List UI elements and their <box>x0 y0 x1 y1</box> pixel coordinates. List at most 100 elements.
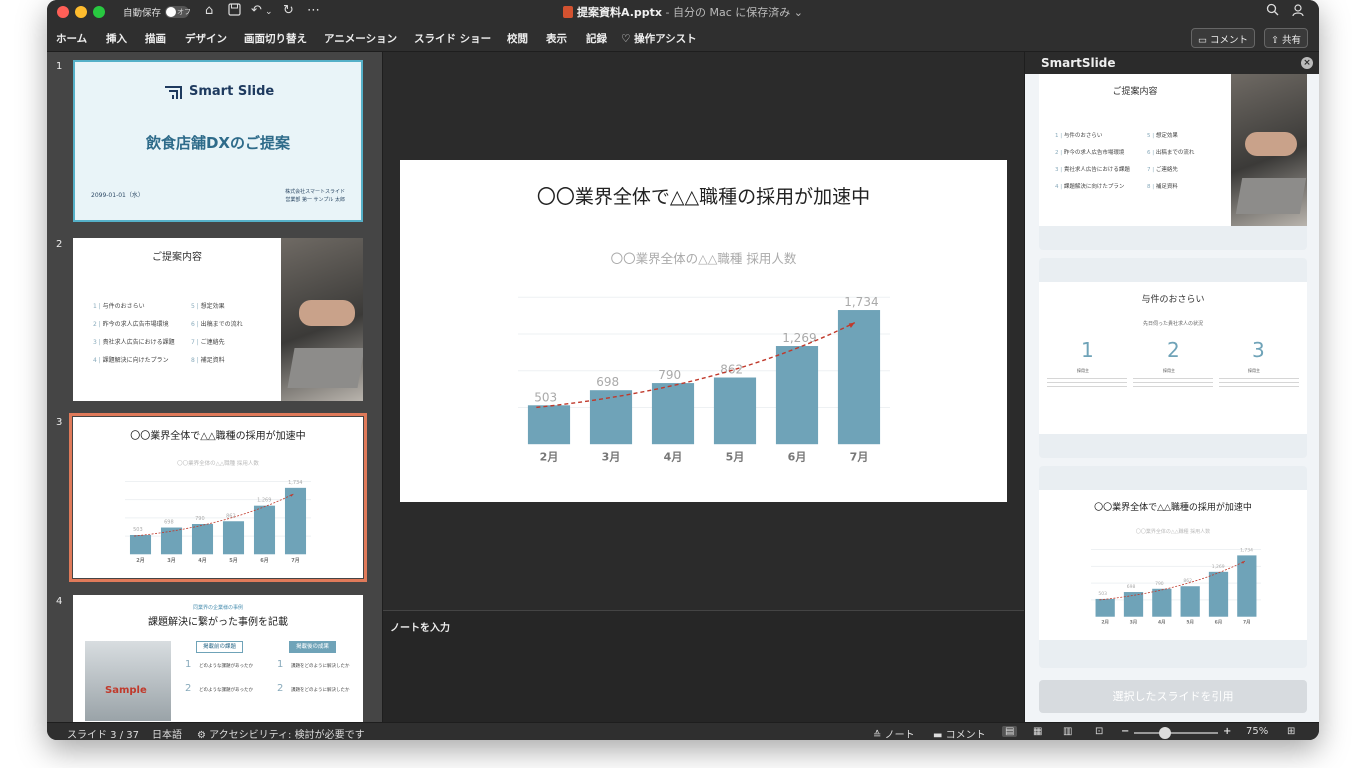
notes-pane[interactable]: ノートを入力 <box>383 610 1024 722</box>
share-button-label: 共有 <box>1282 35 1302 46</box>
comments-button[interactable]: ▭ コメント <box>1191 28 1256 48</box>
laptop-hand-photo <box>281 238 363 401</box>
tick-label: 6月 <box>260 557 268 564</box>
slideshow-icon[interactable]: ⊡ <box>1095 726 1103 737</box>
tick-label: 4月 <box>198 557 206 564</box>
card-slide-preview: 与件のおさらい 先日伺った貴社求人の状況 1 2 3 採用主 採用主 採用主 <box>1039 282 1307 434</box>
tick-label: 7月 <box>1243 618 1251 625</box>
slide-thumbnail-3[interactable]: 〇〇業界全体で△△職種の採用が加速中 〇〇業界全体の△△職種 採用人数 503 2… <box>69 413 367 582</box>
tab-view[interactable]: 表示 <box>546 31 567 46</box>
tab-review[interactable]: 校閲 <box>507 31 528 46</box>
card2-title: 与件のおさらい <box>1141 295 1205 305</box>
ribbon-tabs: ホーム 挿入 描画 デザイン 画面切り替え アニメーション スライド ショー 校… <box>47 24 1319 52</box>
close-icon[interactable]: × <box>1301 57 1313 69</box>
notes-toggle[interactable]: ≙ ノート <box>873 726 915 740</box>
list-item: 1 | 与件のおさらい <box>1055 133 1103 139</box>
smartslide-title: SmartSlide <box>1041 56 1116 70</box>
bar-6月 <box>1208 571 1229 617</box>
slide-thumbnails-panel[interactable]: 1 Smart Slide 飲食店舗DXのご提案 2099-01-01（水） 株… <box>47 52 383 722</box>
tab-home[interactable]: ホーム <box>56 31 87 46</box>
data-label: 698 <box>596 375 619 389</box>
list-item: 7 | ご連絡先 <box>1147 167 1178 173</box>
tab-animations[interactable]: アニメーション <box>324 31 397 46</box>
slide-thumbnail-4[interactable]: 同業界の企業様の事例 課題解決に繋がった事例を記載 Sample 掲載前の課題 … <box>73 595 363 722</box>
account-icon[interactable] <box>1292 3 1306 21</box>
hiring-bar-chart[interactable]: 5032月6983月7904月8625月1,2696月1,7347月 <box>518 272 890 482</box>
comments-toggle[interactable]: ▬ コメント <box>933 726 986 740</box>
tab-design[interactable]: デザイン <box>185 31 227 46</box>
slide-title[interactable]: 〇〇業界全体で△△職種の採用が加速中 <box>400 182 1007 209</box>
tick-label: 2月 <box>1101 618 1109 625</box>
thumb1-date: 2099-01-01（水） <box>91 192 144 199</box>
list-item: 8 | 補足資料 <box>1147 184 1178 190</box>
data-label: 1,269 <box>257 498 271 504</box>
thumb1-person: 営業部 第一 サンプル 太郎 <box>285 197 345 203</box>
bar-3月 <box>160 527 183 555</box>
bar-6月 <box>253 505 276 555</box>
bar-2月 <box>129 535 152 555</box>
slide-thumbnail-2[interactable]: ご提案内容 1 | 与件のおさらい 2 | 昨今の求人広告市場環境 3 | 貴社… <box>73 238 363 401</box>
zoom-out-icon[interactable]: − <box>1121 726 1129 737</box>
share-button[interactable]: ⇪ 共有 <box>1264 28 1309 48</box>
bar-3月 <box>589 390 633 445</box>
slide-thumbnail-1[interactable]: Smart Slide 飲食店舗DXのご提案 2099-01-01（水） 株式会… <box>73 60 363 222</box>
thumb3-title: 〇〇業界全体で△△職種の採用が加速中 <box>130 431 306 442</box>
language-indicator[interactable]: 日本語 <box>152 726 182 740</box>
reading-view-icon[interactable]: ▥ <box>1063 726 1072 737</box>
search-icon[interactable] <box>1266 3 1279 20</box>
thumb4-answer: 課題をどのように解決したか <box>291 664 350 669</box>
zoom-slider[interactable] <box>1134 732 1218 734</box>
tick-label: 2月 <box>136 557 144 564</box>
tab-transitions[interactable]: 画面切り替え <box>244 31 307 46</box>
card2-number-3: 3 <box>1252 338 1265 362</box>
list-item: 3 | 貴社求人広告における課題 <box>1055 167 1130 173</box>
comments-button-label: コメント <box>1210 35 1249 46</box>
data-label: 503 <box>1098 591 1107 597</box>
bar-5月 <box>222 521 245 555</box>
data-label: 790 <box>658 368 681 382</box>
tab-slideshow[interactable]: スライド ショー <box>414 31 491 46</box>
office-photo: Sample <box>85 641 171 721</box>
thumb4-answer: 課題をどのように解決したか <box>291 688 350 693</box>
title-bar: 自動保存 オフ ⌂ ↶ ⌄ ↻ ⋯ 提案資料A.pptx - 自分の Mac に… <box>47 0 1319 24</box>
thumb4-num-1: 1 <box>185 659 192 670</box>
tab-record[interactable]: 記録 <box>586 31 607 46</box>
tab-draw[interactable]: 描画 <box>145 31 166 46</box>
slide-editor[interactable]: 〇〇業界全体で△△職種の採用が加速中 〇〇業界全体の△△職種 採用人数 503 2… <box>383 52 1024 610</box>
zoom-level[interactable]: 75% <box>1246 726 1268 737</box>
bar-5月 <box>713 377 757 445</box>
normal-view-icon[interactable]: ▤ <box>1002 726 1018 737</box>
tab-insert[interactable]: 挿入 <box>106 31 127 46</box>
tick-label: 3月 <box>167 557 175 564</box>
thumb4-num-1b: 1 <box>277 659 284 670</box>
data-label: 790 <box>1155 581 1164 587</box>
accessibility-check[interactable]: ⚙ アクセシビリティ: 検討が必要です <box>197 726 365 740</box>
comment-icon: ▬ <box>933 730 943 740</box>
accessibility-label: アクセシビリティ: 検討が必要です <box>209 730 365 740</box>
fit-to-window-icon[interactable]: ⊞ <box>1287 726 1295 737</box>
thumb3-chart: 5032月6983月7904月8625月1,2696月1,7347月 <box>125 480 311 564</box>
tick-label: 6月 <box>788 451 807 464</box>
zoom-slider-handle[interactable] <box>1159 727 1171 739</box>
card1-title: ご提案内容 <box>1112 87 1158 97</box>
slide-sorter-icon[interactable]: ▦ <box>1033 726 1042 737</box>
slide-card-3[interactable]: 〇〇業界全体で△△職種の採用が加速中 〇〇業界全体の△△職種 採用人数 503 2… <box>1039 466 1307 668</box>
quote-selected-slide-button[interactable]: 選択したスライドを引用 <box>1039 680 1307 713</box>
card2-label-1: 採用主 <box>1077 368 1089 373</box>
data-label: 862 <box>1183 578 1192 584</box>
slide-card-2[interactable]: 与件のおさらい 先日伺った貴社求人の状況 1 2 3 採用主 採用主 採用主 <box>1039 258 1307 458</box>
card1-left-list: 1 | 与件のおさらい 2 | 昨今の求人広告市場環境 3 | 貴社求人広告にお… <box>1055 128 1130 196</box>
bar-3月 <box>1123 592 1144 617</box>
document-title: 提案資料A.pptx - 自分の Mac に保存済み ⌄ <box>47 4 1319 20</box>
zoom-in-icon[interactable]: + <box>1223 726 1231 737</box>
share-icon: ⇪ <box>1271 35 1279 46</box>
slide-card-1[interactable]: ご提案内容 1 | 与件のおさらい 2 | 昨今の求人広告市場環境 3 | 貴社… <box>1039 74 1307 250</box>
thumb3-chart-title: 〇〇業界全体の△△職種 採用人数 <box>177 461 259 467</box>
comment-icon: ▭ <box>1198 35 1207 46</box>
bar-2月 <box>527 405 571 445</box>
list-item: 3 | 貴社求人広告における課題 <box>93 339 175 346</box>
tell-me-assist[interactable]: ♡ 操作アシスト <box>621 31 697 46</box>
thumb2-title: ご提案内容 <box>152 252 202 263</box>
notes-placeholder[interactable]: ノートを入力 <box>390 619 450 634</box>
current-slide[interactable]: 〇〇業界全体で△△職種の採用が加速中 〇〇業界全体の△△職種 採用人数 503 2… <box>400 160 1007 502</box>
